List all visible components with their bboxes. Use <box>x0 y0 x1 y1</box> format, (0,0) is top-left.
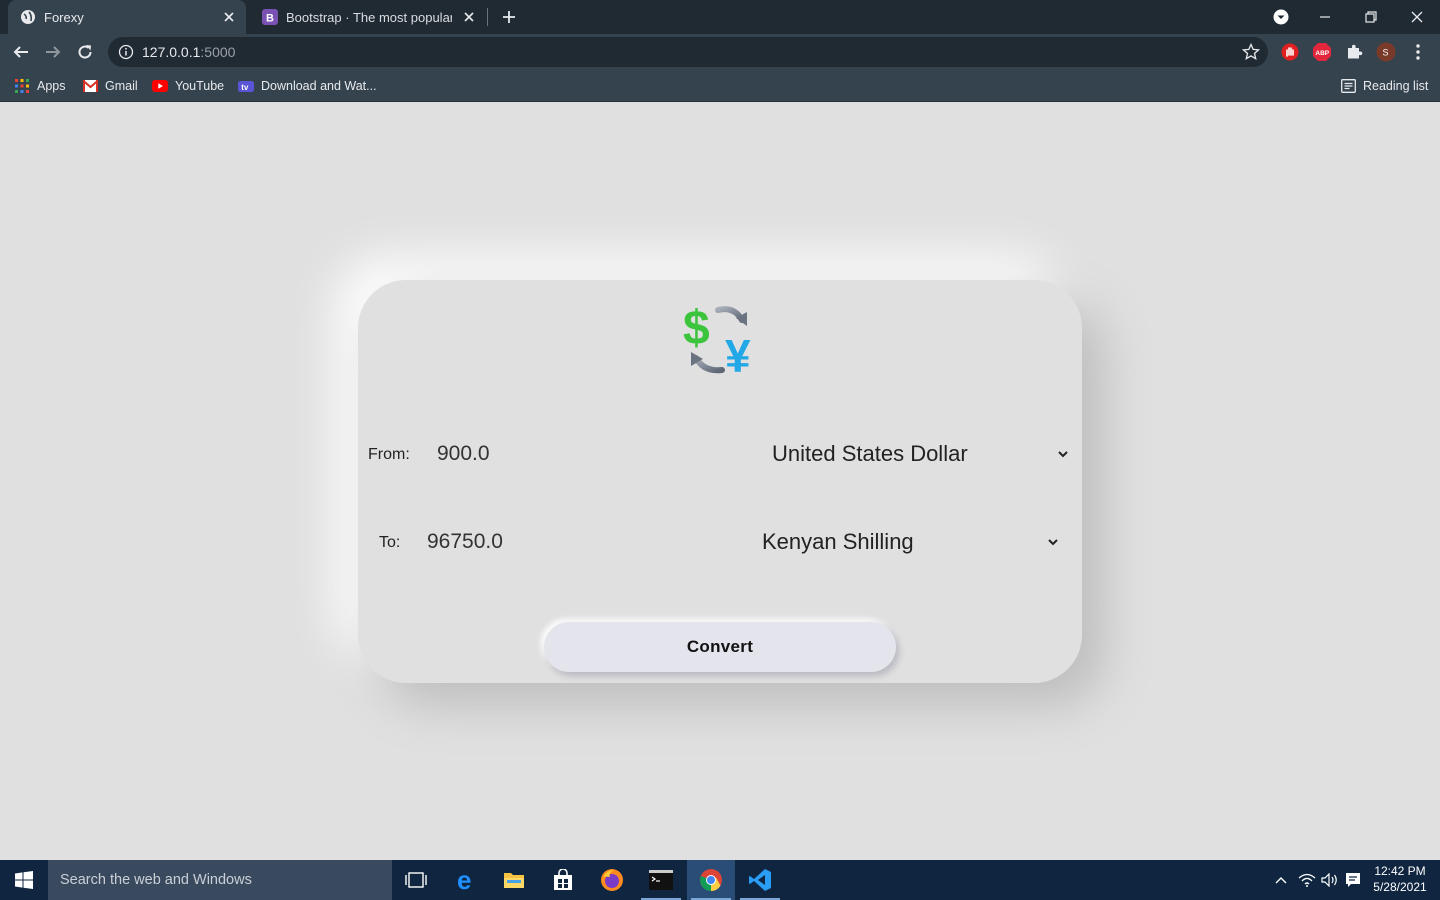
video-site-icon: tv <box>238 78 254 94</box>
extensions-puzzle-icon[interactable] <box>1344 42 1364 62</box>
action-center-icon[interactable] <box>1342 860 1364 900</box>
bootstrap-icon: B <box>262 9 278 25</box>
file-explorer-icon[interactable] <box>490 860 538 900</box>
from-label: From: <box>368 446 410 463</box>
reading-list-icon <box>1340 78 1356 94</box>
vscode-icon[interactable] <box>736 860 784 900</box>
restore-button[interactable] <box>1348 0 1394 34</box>
address-bar[interactable]: 127.0.0.1:5000 <box>108 37 1268 67</box>
task-view-icon[interactable] <box>392 860 440 900</box>
windows-taskbar: Search the web and Windows e 12:42 PM 5/… <box>0 860 1440 900</box>
bookmark-youtube[interactable]: YouTube <box>152 76 224 96</box>
convert-button[interactable]: Convert <box>544 622 896 672</box>
close-window-button[interactable] <box>1394 0 1440 34</box>
svg-text:ABP: ABP <box>1315 50 1329 57</box>
tab-separator <box>487 8 488 26</box>
from-amount-input[interactable]: 900.0 <box>437 442 490 466</box>
svg-text:tv: tv <box>241 83 249 92</box>
to-currency-select[interactable]: Kenyan Shilling <box>762 529 914 555</box>
to-label: To: <box>379 534 401 551</box>
store-icon[interactable] <box>539 860 587 900</box>
clock-date: 5/28/2021 <box>1373 880 1427 894</box>
bookmarks-bar: Apps Gmail YouTube tv Download and Wat..… <box>0 70 1440 102</box>
adblock-plus-icon[interactable]: ABP <box>1312 42 1332 62</box>
site-info-icon[interactable] <box>118 44 134 60</box>
converter-card: $ ¥ From: 900.0 United States Dollar To:… <box>358 280 1082 683</box>
apps-grid-icon <box>14 78 30 94</box>
chrome-icon[interactable] <box>687 860 735 900</box>
taskbar-search-box[interactable]: Search the web and Windows <box>48 860 392 900</box>
tab-search-button[interactable] <box>1258 0 1304 34</box>
network-icon[interactable] <box>1296 860 1318 900</box>
bookmark-star-icon[interactable] <box>1242 43 1260 61</box>
forward-button[interactable] <box>40 39 66 65</box>
globe-icon <box>20 9 36 25</box>
bookmark-apps[interactable]: Apps <box>14 76 66 96</box>
bookmark-label: Gmail <box>105 79 138 93</box>
browser-tab-strip: Forexy B Bootstrap · The most popular HT… <box>0 0 1440 34</box>
browser-toolbar: 127.0.0.1:5000 ABP S <box>0 34 1440 70</box>
svg-text:e: e <box>457 869 471 891</box>
gmail-icon <box>82 78 98 94</box>
profile-avatar[interactable]: S <box>1376 42 1396 62</box>
chevron-down-icon[interactable] <box>1047 536 1059 548</box>
back-button[interactable] <box>8 39 34 65</box>
new-tab-button[interactable] <box>498 6 520 28</box>
reload-button[interactable] <box>72 39 98 65</box>
svg-text:S: S <box>1383 48 1389 58</box>
close-tab-icon[interactable] <box>460 8 478 26</box>
svg-text:$: $ <box>683 302 710 355</box>
svg-text:B: B <box>266 13 274 25</box>
taskbar-clock[interactable]: 12:42 PM 5/28/2021 <box>1368 863 1432 895</box>
search-placeholder: Search the web and Windows <box>60 872 252 888</box>
currency-exchange-icon: $ ¥ <box>683 302 751 376</box>
tab-bootstrap[interactable]: B Bootstrap · The most popular HTML <box>250 0 486 34</box>
svg-text:¥: ¥ <box>725 330 751 376</box>
volume-icon[interactable] <box>1319 860 1341 900</box>
firefox-icon[interactable] <box>588 860 636 900</box>
to-amount-output[interactable]: 96750.0 <box>427 530 503 554</box>
reading-list-label: Reading list <box>1363 79 1429 93</box>
bookmark-label: YouTube <box>175 79 225 93</box>
page-viewport: $ ¥ From: 900.0 United States Dollar To:… <box>0 103 1440 860</box>
youtube-icon <box>152 78 168 94</box>
tab-title: Bootstrap · The most popular HTML <box>286 9 452 25</box>
show-hidden-icons-chevron-up-icon[interactable] <box>1270 860 1292 900</box>
windows-start-button[interactable] <box>0 860 48 900</box>
url-text: 127.0.0.1:5000 <box>142 44 236 60</box>
bookmark-gmail[interactable]: Gmail <box>82 76 138 96</box>
minimize-button[interactable] <box>1302 0 1348 34</box>
terminal-icon[interactable] <box>637 860 685 900</box>
bookmark-label: Apps <box>37 79 66 93</box>
edge-browser-icon[interactable]: e <box>442 860 490 900</box>
close-tab-icon[interactable] <box>220 8 238 26</box>
clock-time: 12:42 PM <box>1374 864 1426 878</box>
chevron-down-icon[interactable] <box>1057 448 1069 460</box>
bookmark-label: Download and Wat... <box>261 79 377 93</box>
tab-forexy[interactable]: Forexy <box>8 0 246 34</box>
bookmark-download-and-watch[interactable]: tv Download and Wat... <box>238 76 377 96</box>
extension-hand-icon[interactable] <box>1280 42 1300 62</box>
from-currency-select[interactable]: United States Dollar <box>772 441 968 467</box>
tab-title: Forexy <box>44 9 84 25</box>
chrome-menu-icon[interactable] <box>1408 42 1428 62</box>
reading-list-button[interactable]: Reading list <box>1340 76 1428 96</box>
